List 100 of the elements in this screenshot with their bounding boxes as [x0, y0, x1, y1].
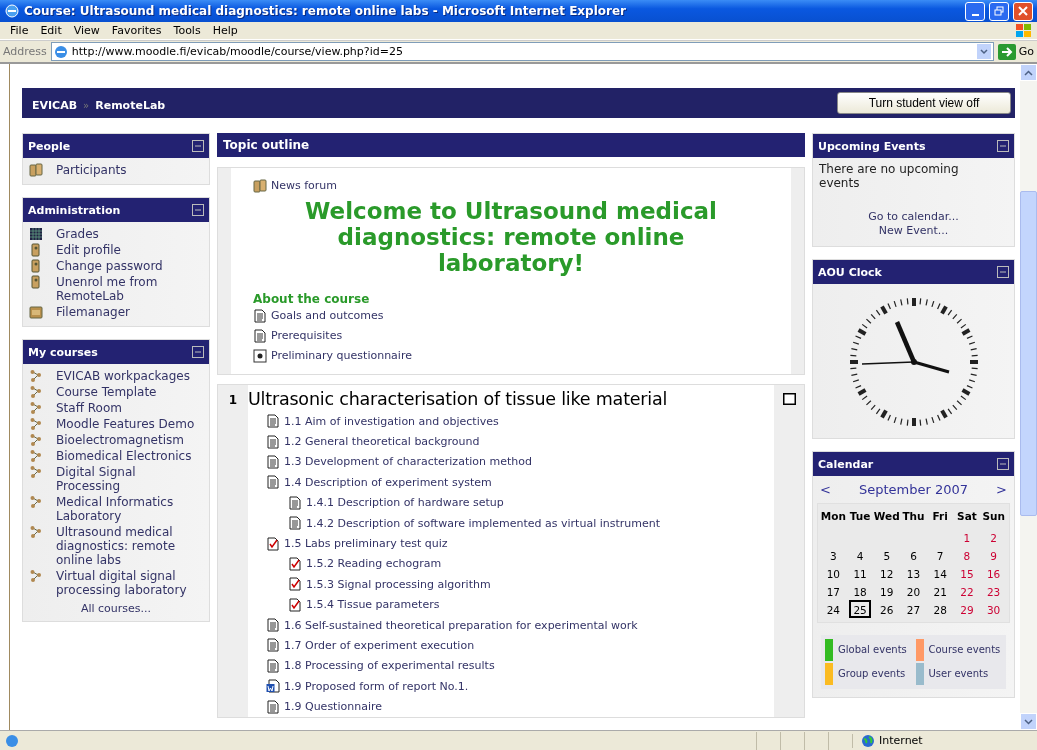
breadcrumb-link[interactable]: EVICAB [32, 98, 78, 112]
student-view-button[interactable]: Turn student view off [837, 92, 1011, 114]
activity-link[interactable]: 1.7 Order of experiment execution [248, 635, 774, 656]
sidebar-link[interactable]: Digital Signal Processing [29, 464, 203, 494]
people-icon [29, 163, 43, 177]
activity-link[interactable]: 1.5.4 Tissue parameters [248, 594, 774, 615]
activity-link[interactable]: 1.5.2 Reading echogram [248, 553, 774, 575]
scrollbar[interactable] [1020, 64, 1037, 730]
restore-button[interactable] [989, 1, 1009, 21]
collapse-icon[interactable] [192, 204, 204, 216]
calendar-day[interactable]: 9 [982, 546, 1005, 564]
sidebar-link[interactable]: Grades [29, 226, 203, 242]
sidebar-link[interactable]: Staff Room [29, 400, 203, 416]
sidebar-link[interactable]: Course Template [29, 384, 203, 400]
calendar-day[interactable]: 8 [955, 546, 978, 564]
calendar-day[interactable]: 27 [902, 600, 925, 618]
sidebar-link[interactable]: Participants [29, 162, 203, 178]
calendar-day[interactable]: 24 [822, 600, 845, 618]
news-forum-link[interactable]: News forum [253, 176, 769, 196]
calendar-day[interactable]: 29 [955, 600, 978, 618]
resource-link[interactable]: Preliminary questionnaire [253, 346, 769, 366]
sidebar-link[interactable]: Biomedical Electronics [29, 448, 203, 464]
month-title[interactable]: September 2007 [858, 482, 969, 497]
collapse-icon[interactable] [997, 266, 1009, 278]
resource-link[interactable]: Goals and outcomes [253, 306, 769, 326]
menu-item[interactable]: View [67, 24, 106, 37]
highlight-toggle-icon[interactable] [782, 393, 796, 405]
all-courses-link[interactable]: All courses... [80, 602, 152, 615]
sidebar-link[interactable]: Unenrol me from RemoteLab [29, 274, 203, 304]
sidebar-link[interactable]: Bioelectromagnetism [29, 432, 203, 448]
activity-link[interactable]: 1.4.1 Description of hardware setup [248, 492, 774, 513]
previous-month-link[interactable]: < [820, 482, 831, 497]
calendar-day[interactable]: 10 [822, 564, 845, 582]
calendar-day[interactable]: 30 [982, 600, 1005, 618]
calendar-day[interactable]: 12 [875, 564, 898, 582]
activity-link[interactable]: 1.5 Labs preliminary test quiz [248, 533, 774, 554]
collapse-icon[interactable] [997, 140, 1009, 152]
calendar-link[interactable]: New Event... [878, 224, 949, 238]
calendar-day[interactable]: 7 [929, 546, 952, 564]
menu-item[interactable]: Help [206, 24, 244, 37]
calendar-day[interactable]: 22 [955, 582, 978, 600]
calendar-day[interactable]: 28 [929, 600, 952, 618]
sidebar-link[interactable]: Virtual digital signal processing laboratory [29, 568, 203, 598]
close-button[interactable] [1013, 1, 1033, 21]
activity-link[interactable]: 1.1 Aim of investigation and objectives [248, 411, 774, 432]
menu-item[interactable]: Favorites [105, 24, 168, 37]
activity-link[interactable]: 1.4.2 Description of software implemented as virtual instrument [248, 512, 774, 534]
block-title: Calendar [818, 457, 874, 471]
calendar-day[interactable]: 11 [849, 564, 872, 582]
menu-item[interactable]: Edit [34, 24, 68, 37]
sidebar-link[interactable]: Filemanager [29, 304, 203, 320]
calendar-day[interactable]: 26 [875, 600, 898, 618]
calendar-day[interactable]: 6 [902, 546, 925, 564]
calendar-day[interactable]: 13 [902, 564, 925, 582]
collapse-icon[interactable] [192, 346, 204, 358]
sidebar-link[interactable]: Change password [29, 258, 203, 274]
activity-link[interactable]: 1.6 Self-sustained theoretical preparation for experimental work [248, 614, 774, 636]
calendar-day[interactable]: 16 [982, 564, 1005, 582]
collapse-icon[interactable] [192, 140, 204, 152]
calendar-day[interactable]: 18 [849, 582, 872, 600]
calendar-day[interactable]: 17 [822, 582, 845, 600]
calendar-day[interactable]: 21 [929, 582, 952, 600]
dropdown-icon[interactable] [976, 44, 991, 59]
sidebar-link[interactable]: Moodle Features Demo [29, 416, 203, 432]
activity-link[interactable]: 1.9 Proposed form of report No.1. [248, 676, 774, 697]
calendar-day[interactable]: 14 [929, 564, 952, 582]
sidebar-link[interactable]: EVICAB workpackages [29, 368, 203, 384]
activity-link[interactable]: 1.3 Development of characterization method [248, 451, 774, 473]
calendar-day[interactable]: 19 [875, 582, 898, 600]
minimize-button[interactable] [965, 1, 985, 21]
calendar-link[interactable]: Go to calendar... [868, 210, 959, 224]
browser-icon [4, 3, 20, 19]
scroll-down-icon[interactable] [1024, 718, 1033, 725]
activity-link[interactable]: 1.8 Processing of experimental results [248, 655, 774, 677]
activity-link[interactable]: 1.4 Description of experiment system [248, 472, 774, 493]
scroll-up-icon[interactable] [1024, 69, 1033, 76]
sidebar-link[interactable]: Ultrasound medical diagnostics: remote online labs [29, 524, 203, 568]
calendar-day[interactable]: 15 [955, 564, 978, 582]
calendar-day[interactable]: 3 [822, 546, 845, 564]
activity-link[interactable]: 1.5.3 Signal processing algorithm [248, 574, 774, 595]
collapse-icon[interactable] [997, 458, 1009, 470]
sidebar-link[interactable]: Medical Informatics Laboratory [29, 494, 203, 524]
calendar-day[interactable]: 2 [982, 528, 1005, 546]
calendar-day[interactable]: 4 [849, 546, 872, 564]
sidebar-link[interactable]: Edit profile [29, 242, 203, 258]
calendar-day[interactable]: 5 [875, 546, 898, 564]
calendar-day[interactable]: 23 [982, 582, 1005, 600]
menu-item[interactable]: File [4, 24, 35, 37]
address-field[interactable]: http://www.moodle.fi/evicab/moodle/course/view.php?id=25 [50, 42, 994, 61]
calendar-day[interactable]: 1 [955, 528, 978, 546]
next-month-link[interactable]: > [996, 482, 1007, 497]
calendar-day[interactable]: 25 [849, 600, 872, 618]
radio-icon [253, 349, 267, 363]
menu-item[interactable]: Tools [167, 24, 207, 37]
calendar-day[interactable]: 20 [902, 582, 925, 600]
activity-link[interactable]: 1.9 Questionnaire [248, 696, 774, 717]
resource-link[interactable]: Prerequisites [253, 326, 769, 346]
course-icon [29, 465, 43, 479]
breadcrumb-link[interactable]: RemoteLab [95, 98, 166, 112]
activity-link[interactable]: 1.2 General theoretical background [248, 431, 774, 452]
